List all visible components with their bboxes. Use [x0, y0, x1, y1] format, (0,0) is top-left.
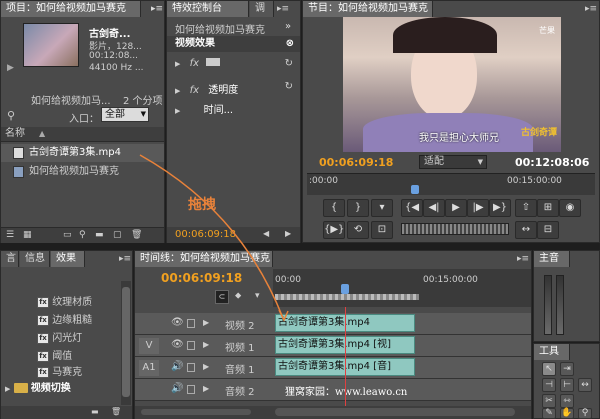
drag-arrow-path — [139, 154, 284, 319]
drag-arrow-overlay — [139, 154, 289, 322]
drag-arrow-head — [278, 309, 289, 322]
drag-annotation-label: 拖拽 — [188, 197, 216, 213]
